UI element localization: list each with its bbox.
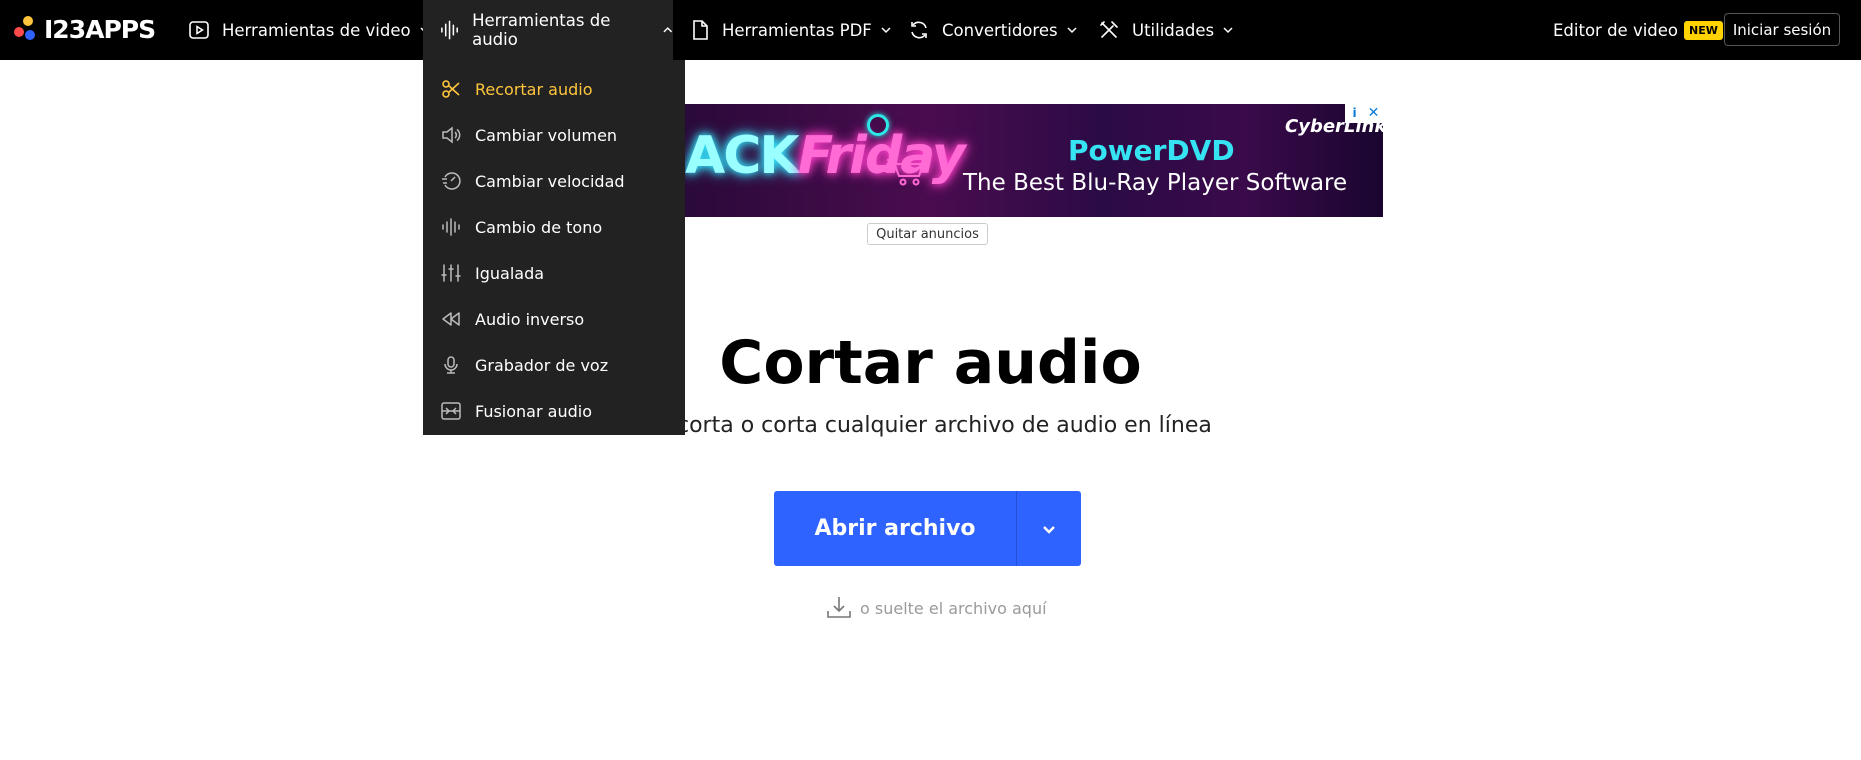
video-editor-label: Editor de video	[1553, 20, 1679, 40]
speed-icon	[442, 172, 461, 190]
remove-ads-button[interactable]: Quitar anuncios	[867, 223, 988, 245]
open-file-button[interactable]: Abrir archivo	[774, 491, 1017, 566]
nav-pdf-tools[interactable]: Herramientas PDF	[690, 0, 892, 60]
logo-dots-icon	[14, 16, 40, 42]
menu-item-change-volume[interactable]: Cambiar volumen	[423, 112, 685, 158]
scissors-icon	[442, 80, 460, 98]
menu-item-voice-recorder[interactable]: Grabador de voz	[423, 342, 685, 388]
advertisement-banner[interactable]: ACKFriday PowerDVD The Best Blu-Ray Play…	[685, 104, 1383, 217]
audio-tools-dropdown: Recortar audio Cambiar volumen Cambiar v…	[423, 60, 685, 435]
ad-decor-circle	[867, 114, 889, 136]
menu-item-equalizer[interactable]: Igualada	[423, 250, 685, 296]
nav-utilities[interactable]: Utilidades	[1098, 0, 1234, 60]
download-icon	[827, 597, 851, 618]
login-button[interactable]: Iniciar sesión	[1724, 13, 1840, 46]
waveform-icon	[441, 20, 458, 40]
chevron-down-icon	[1223, 27, 1233, 34]
open-file-button-group: Abrir archivo	[774, 491, 1081, 566]
open-file-options-button[interactable]	[1017, 491, 1081, 566]
menu-item-label: Fusionar audio	[475, 401, 592, 421]
menu-item-label: Cambiar velocidad	[475, 171, 625, 191]
chevron-up-icon	[662, 27, 672, 33]
nav-converters[interactable]: Convertidores	[908, 0, 1078, 60]
nav-audio-tools[interactable]: Herramientas de audio	[423, 0, 673, 60]
ad-close-icon[interactable]: ✕	[1364, 104, 1383, 123]
waveform-icon	[442, 218, 460, 236]
video-editor-link[interactable]: Editor de video NEW	[1553, 0, 1723, 60]
menu-item-label: Cambiar volumen	[475, 125, 618, 145]
new-badge: NEW	[1684, 20, 1723, 40]
merge-icon	[441, 402, 461, 420]
menu-item-label: Audio inverso	[475, 309, 585, 329]
document-icon	[693, 20, 708, 40]
menu-item-reverse-audio[interactable]: Audio inverso	[423, 296, 685, 342]
nav-label: Utilidades	[1132, 20, 1215, 40]
page-title: Cortar audio	[719, 328, 1142, 398]
drop-zone-hint: o suelte el archivo aquí	[826, 595, 1047, 621]
rewind-icon	[442, 312, 460, 326]
menu-item-label: Igualada	[475, 263, 545, 283]
chevron-down-icon	[881, 27, 891, 34]
refresh-icon	[911, 21, 927, 39]
shopping-cart-icon	[873, 159, 925, 186]
top-navigation-bar: I23APPS Herramientas de video Herramient…	[0, 0, 1861, 60]
speaker-icon	[442, 126, 461, 144]
nav-label: Herramientas de audio	[472, 11, 611, 49]
nav-label: Herramientas de video	[222, 20, 411, 40]
nav-label: Convertidores	[942, 20, 1058, 40]
logo-text: I23APPS	[44, 14, 156, 44]
ad-product-name: PowerDVD	[1068, 134, 1235, 167]
drop-hint-text: o suelte el archivo aquí	[860, 598, 1047, 618]
menu-item-change-speed[interactable]: Cambiar velocidad	[423, 158, 685, 204]
menu-item-trim-audio[interactable]: Recortar audio	[423, 66, 685, 112]
menu-item-pitch-change[interactable]: Cambio de tono	[423, 204, 685, 250]
tools-icon	[1100, 21, 1118, 38]
play-square-icon	[189, 21, 209, 39]
chevron-down-icon	[1067, 27, 1077, 34]
menu-item-label: Grabador de voz	[475, 355, 609, 375]
menu-item-label: Cambio de tono	[475, 217, 603, 237]
chevron-down-icon	[1043, 525, 1055, 534]
ad-info-icon[interactable]: i	[1345, 104, 1364, 123]
equalizer-icon	[441, 264, 461, 282]
ad-tagline: The Best Blu-Ray Player Software	[963, 170, 1348, 196]
app-logo[interactable]: I23APPS	[14, 14, 156, 44]
menu-item-label: Recortar audio	[475, 79, 593, 99]
nav-video-tools[interactable]: Herramientas de video	[188, 0, 431, 60]
menu-item-merge-audio[interactable]: Fusionar audio	[423, 388, 685, 434]
microphone-icon	[444, 356, 458, 374]
nav-label: Herramientas PDF	[722, 20, 872, 40]
page-subtitle: Recorta o corta cualquier archivo de aud…	[649, 413, 1212, 438]
